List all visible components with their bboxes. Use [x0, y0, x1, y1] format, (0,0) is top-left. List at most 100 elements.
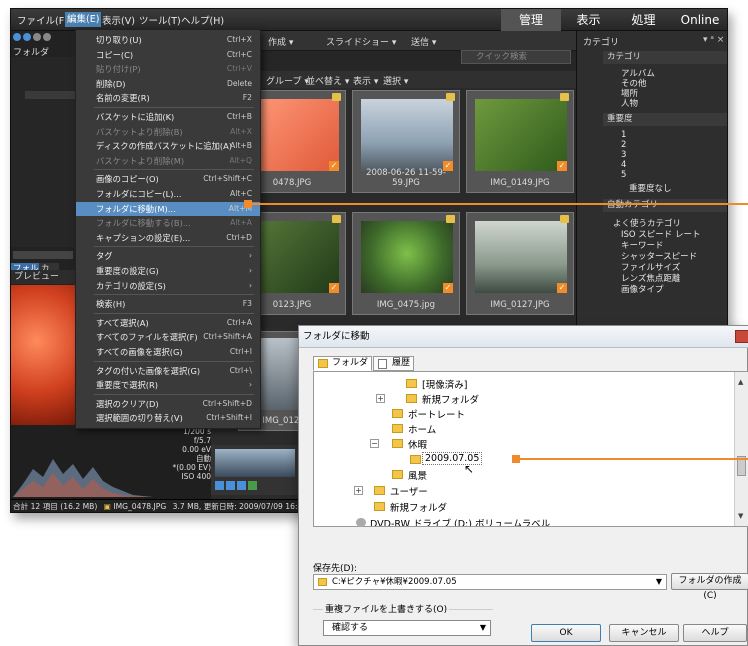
- menu-edit[interactable]: 編集(E): [65, 12, 102, 27]
- menu-view[interactable]: 表示(V): [102, 13, 135, 27]
- thumbnail[interactable]: ✓ IMG_0127.JPG: [466, 212, 574, 315]
- edit-menu-item[interactable]: 切り取り(U) Ctrl+X: [76, 33, 260, 47]
- tab-folder[interactable]: フォルダ: [313, 356, 373, 371]
- tab-history[interactable]: 履歴: [373, 356, 415, 371]
- category-section[interactable]: カテゴリ: [603, 51, 727, 64]
- category-item[interactable]: 人物: [621, 97, 638, 109]
- tree-node[interactable]: 休暇: [408, 437, 427, 451]
- destination-field[interactable]: C:¥ピクチャ¥休暇¥2009.07.05 ▼: [313, 574, 667, 590]
- importance-item[interactable]: 1: [621, 130, 626, 140]
- group-button[interactable]: グループ ▾: [266, 74, 309, 87]
- edit-menu-item[interactable]: すべての画像を選択(G) Ctrl+I: [76, 345, 260, 359]
- up-icon[interactable]: [33, 33, 41, 41]
- tree-scrollbar[interactable]: ▲ ▼: [734, 372, 748, 526]
- info-icon[interactable]: [237, 481, 246, 490]
- expand-icon[interactable]: +: [376, 394, 385, 403]
- check-icon[interactable]: ✓: [329, 283, 339, 293]
- edit-menu-item[interactable]: すべてのファイルを選択(F) Ctrl+Shift+A: [76, 330, 260, 344]
- mode-online[interactable]: Online: [671, 9, 727, 31]
- importance-none[interactable]: 重要度なし: [629, 182, 672, 194]
- tree-node[interactable]: DVD-RW ドライブ (D:) ボリュームラベル: [370, 516, 550, 526]
- ok-button[interactable]: OK: [531, 624, 601, 642]
- thumbnail[interactable]: ✓ IMG_0149.JPG: [466, 90, 574, 193]
- tree-node[interactable]: [現像済み]: [422, 377, 467, 391]
- tree-node[interactable]: ホーム: [408, 422, 436, 436]
- edit-menu-item[interactable]: 検索(H) F3: [76, 297, 260, 311]
- mode-develop[interactable]: 処理: [616, 9, 671, 31]
- tree-node[interactable]: 新規フォルダ: [390, 500, 447, 514]
- edit-menu-item[interactable]: キャプションの設定(E)... Ctrl+D: [76, 231, 260, 245]
- edit-menu-item[interactable]: バスケットに追加(K) Ctrl+B: [76, 110, 260, 124]
- edit-menu-item[interactable]: 削除(D) Delete: [76, 77, 260, 91]
- mode-manage[interactable]: 管理: [501, 9, 561, 31]
- check-icon[interactable]: ✓: [443, 283, 453, 293]
- panel-pin-icon[interactable]: ▾ ᵃ ×: [703, 35, 724, 45]
- quick-search-input[interactable]: クイック検索: [461, 50, 571, 64]
- rotate-icon[interactable]: [215, 481, 224, 490]
- scroll-down-icon[interactable]: ▼: [738, 512, 743, 520]
- help-button[interactable]: ヘルプ: [683, 624, 747, 642]
- create-button[interactable]: 作成 ▾: [268, 35, 293, 48]
- edit-menu-item[interactable]: フォルダに移動(M)... Alt+M: [76, 201, 260, 216]
- edit-menu-item[interactable]: 選択のクリア(D) Ctrl+Shift+D: [76, 397, 260, 411]
- tree-row-selected[interactable]: [25, 91, 75, 99]
- edit-menu-item[interactable]: 名前の変更(R) F2: [76, 91, 260, 105]
- menu-file[interactable]: ファイル(F): [17, 13, 68, 27]
- check-icon[interactable]: ✓: [557, 161, 567, 171]
- close-icon[interactable]: [735, 330, 748, 343]
- importance-item[interactable]: 2: [621, 140, 626, 150]
- slideshow-button[interactable]: スライドショー ▾: [326, 35, 396, 48]
- folder-scrollbar[interactable]: [13, 251, 73, 259]
- importance-item[interactable]: 3: [621, 150, 626, 160]
- edit-menu-item[interactable]: すべて選択(A) Ctrl+A: [76, 316, 260, 330]
- mode-view[interactable]: 表示: [561, 9, 616, 31]
- importance-item[interactable]: 5: [621, 170, 626, 180]
- edit-menu-item[interactable]: 重要度の設定(G) ›: [76, 264, 260, 278]
- tag-icon: [560, 215, 569, 223]
- cancel-button[interactable]: キャンセル: [609, 624, 679, 642]
- collapse-icon[interactable]: −: [370, 439, 379, 448]
- send-button[interactable]: 送信 ▾: [411, 35, 436, 48]
- edit-menu-item[interactable]: コピー(C) Ctrl+C: [76, 48, 260, 62]
- menu-help[interactable]: ヘルプ(H): [181, 13, 224, 27]
- rotate-right-icon[interactable]: [226, 481, 235, 490]
- edit-menu-item[interactable]: 重要度で選択(R) ›: [76, 378, 260, 392]
- check-icon[interactable]: ✓: [329, 161, 339, 171]
- folder-tree[interactable]: [11, 57, 75, 247]
- importance-section[interactable]: 重要度: [603, 113, 727, 126]
- map-icon[interactable]: [248, 481, 257, 490]
- importance-item[interactable]: 4: [621, 160, 626, 170]
- frequent-category-item[interactable]: 画像タイプ: [621, 283, 664, 295]
- sort-button[interactable]: 並べ替え ▾: [306, 74, 349, 87]
- edit-menu-item[interactable]: タグ ›: [76, 249, 260, 263]
- filmstrip[interactable]: [211, 445, 301, 495]
- tree-node[interactable]: 新規フォルダ: [422, 392, 479, 406]
- edit-menu-item[interactable]: フォルダにコピー(L)... Alt+C: [76, 187, 260, 201]
- refresh-icon[interactable]: [43, 33, 51, 41]
- menu-tools[interactable]: ツール(T): [139, 13, 181, 27]
- folder-tree[interactable]: [現像済み] + 新規フォルダ ポートレート ホーム − 休暇 2009.07.…: [313, 371, 748, 527]
- edit-menu-item[interactable]: ディスクの作成バスケットに追加(A) Alt+B: [76, 139, 260, 153]
- tree-node[interactable]: 風景: [408, 468, 427, 482]
- back-icon[interactable]: [13, 33, 21, 41]
- view-button[interactable]: 表示 ▾: [353, 74, 378, 87]
- edit-menu-item[interactable]: カテゴリの設定(S) ›: [76, 279, 260, 293]
- edit-menu-item[interactable]: 画像のコピー(O) Ctrl+Shift+C: [76, 172, 260, 186]
- select-button[interactable]: 選択 ▾: [383, 74, 408, 87]
- dropdown-arrow-icon[interactable]: ▼: [480, 621, 486, 635]
- thumbnail[interactable]: ✓ 2008-06-26 11-59-59.JPG: [352, 90, 460, 193]
- tree-node[interactable]: ポートレート: [408, 407, 465, 421]
- tree-node[interactable]: ユーザー: [390, 484, 428, 498]
- dropdown-arrow-icon[interactable]: ▼: [656, 575, 662, 589]
- forward-icon[interactable]: [23, 33, 31, 41]
- nav-buttons: [13, 33, 73, 43]
- create-folder-button[interactable]: フォルダの作成(C): [671, 573, 748, 601]
- check-icon[interactable]: ✓: [557, 283, 567, 293]
- edit-menu-item[interactable]: 選択範囲の切り替え(V) Ctrl+Shift+I: [76, 411, 260, 425]
- thumbnail[interactable]: ✓ IMG_0475.jpg: [352, 212, 460, 315]
- overwrite-select[interactable]: 確認する ▼: [323, 620, 491, 636]
- expand-icon[interactable]: +: [354, 486, 363, 495]
- scroll-up-icon[interactable]: ▲: [738, 378, 743, 386]
- edit-menu-item[interactable]: タグの付いた画像を選択(G) Ctrl+\: [76, 364, 260, 378]
- auto-category-section[interactable]: 自動カテゴリ: [603, 199, 727, 212]
